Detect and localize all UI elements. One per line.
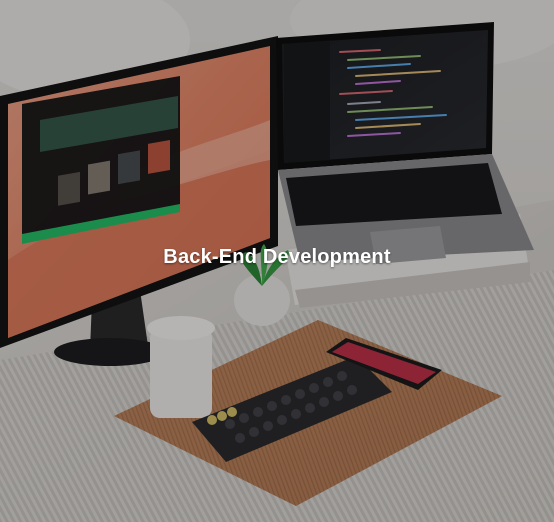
card-title: Back-End Development <box>163 246 391 268</box>
category-card[interactable]: Back-End Development <box>0 0 554 522</box>
